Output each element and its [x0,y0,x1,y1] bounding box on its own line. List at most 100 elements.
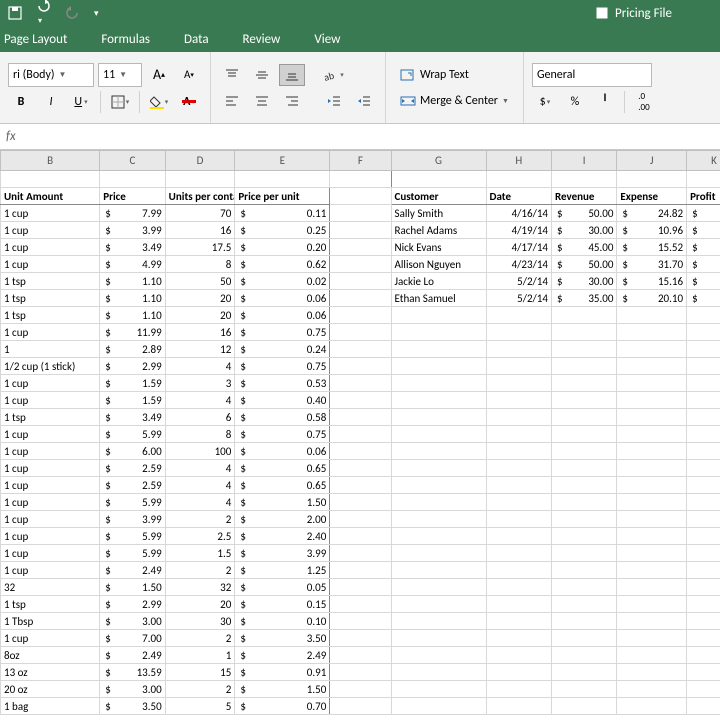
cell[interactable] [486,171,551,188]
cell[interactable] [391,562,486,579]
cell[interactable] [617,375,687,392]
cell[interactable]: 0.06 [235,443,330,460]
cell[interactable]: 10.96 [617,222,687,239]
cell[interactable] [391,698,486,715]
cell[interactable]: 12 [165,341,235,358]
cell[interactable] [687,698,720,715]
cell[interactable] [687,392,720,409]
cell[interactable]: 2.89 [100,341,165,358]
cell[interactable] [391,341,486,358]
cell[interactable] [330,409,391,426]
cell[interactable]: 0.24 [235,341,330,358]
column-header[interactable]: F [330,151,391,171]
cell[interactable] [330,562,391,579]
cell[interactable]: 70 [165,205,235,222]
cell[interactable] [391,426,486,443]
cell[interactable] [551,324,616,341]
cell[interactable] [486,545,551,562]
cell[interactable]: 3.99 [235,545,330,562]
cell[interactable]: 4/23/14 [486,256,551,273]
cell[interactable]: Customer [391,188,486,205]
cell[interactable]: Profit [687,188,720,205]
cell[interactable]: 14 [687,290,720,307]
redo-icon[interactable] [66,6,80,20]
decrease-font-icon[interactable]: A▾ [176,64,202,86]
cell[interactable] [391,443,486,460]
cell[interactable]: 1.50 [235,681,330,698]
cell[interactable]: 18 [687,256,720,273]
cell[interactable] [617,171,687,188]
cell[interactable] [486,460,551,477]
comma-format-button[interactable]: ╵ [592,91,618,113]
cell[interactable] [617,477,687,494]
cell[interactable] [551,647,616,664]
cell[interactable]: 8 [165,256,235,273]
column-header[interactable]: J [617,151,687,171]
cell[interactable]: 1 cup [1,222,100,239]
cell[interactable]: 1 tsp [1,409,100,426]
cell[interactable]: 16 [165,222,235,239]
cell[interactable] [551,409,616,426]
cell[interactable] [330,188,391,205]
fx-icon[interactable]: fx [6,129,16,144]
cell[interactable] [617,528,687,545]
cell[interactable]: 32 [165,579,235,596]
cell[interactable] [617,358,687,375]
cell[interactable] [486,392,551,409]
cell[interactable]: 1 cup [1,545,100,562]
cell[interactable]: 0.58 [235,409,330,426]
cell[interactable]: 8oz [1,647,100,664]
cell[interactable] [330,222,391,239]
cell[interactable] [687,341,720,358]
cell[interactable]: Price per unit [235,188,330,205]
cell[interactable] [551,681,616,698]
cell[interactable]: 0.06 [235,307,330,324]
cell[interactable]: 0.75 [235,358,330,375]
cell[interactable] [617,341,687,358]
cell[interactable] [391,392,486,409]
column-header[interactable]: H [486,151,551,171]
font-name-select[interactable]: ri (Body)▼ [8,63,94,87]
cell[interactable] [330,647,391,664]
cell[interactable] [486,664,551,681]
cell[interactable]: 1 cup [1,426,100,443]
cell[interactable]: 1.50 [100,579,165,596]
cell[interactable]: 0.62 [235,256,330,273]
cell[interactable] [486,477,551,494]
cell[interactable] [330,239,391,256]
cell[interactable]: 1 cup [1,443,100,460]
cell[interactable]: 0.10 [235,613,330,630]
save-icon[interactable] [8,6,22,20]
cell[interactable]: Allison Nguyen [391,256,486,273]
orientation-icon[interactable]: ab▾ [321,64,347,86]
cell[interactable]: 3.99 [100,222,165,239]
cell[interactable] [617,664,687,681]
cell[interactable]: 15 [165,664,235,681]
cell[interactable]: 20 [165,596,235,613]
cell[interactable] [391,681,486,698]
cell[interactable]: 3.00 [100,681,165,698]
cell[interactable] [687,460,720,477]
cell[interactable] [551,579,616,596]
cell[interactable] [687,171,720,188]
cell[interactable]: Sally Smith [391,205,486,222]
cell[interactable] [687,596,720,613]
cell[interactable] [486,324,551,341]
cell[interactable]: 3.49 [100,409,165,426]
cell[interactable]: 5.99 [100,494,165,511]
cell[interactable]: 0.75 [235,426,330,443]
cell[interactable] [330,171,391,188]
cell[interactable] [551,477,616,494]
cell[interactable] [486,613,551,630]
cell[interactable] [486,647,551,664]
cell[interactable]: 20 oz [1,681,100,698]
tab-page-layout[interactable]: Page Layout [4,32,67,47]
cell[interactable]: 1 [165,647,235,664]
bold-button[interactable]: B [8,91,34,113]
cell[interactable]: Price [100,188,165,205]
cell[interactable]: Unit Amount [1,188,100,205]
cell[interactable] [330,477,391,494]
cell[interactable] [687,664,720,681]
cell[interactable]: 2 [165,630,235,647]
cell[interactable] [551,426,616,443]
